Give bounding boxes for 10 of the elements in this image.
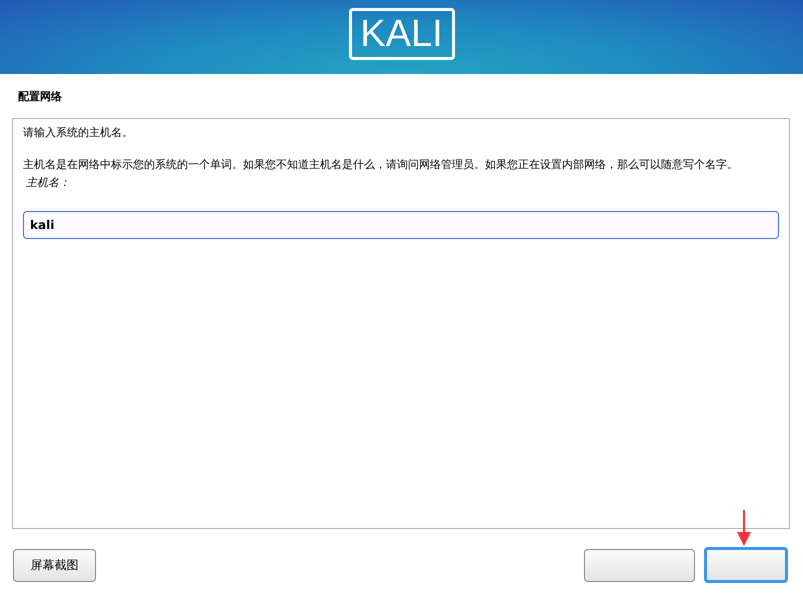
logo: KALI bbox=[348, 8, 454, 60]
section-title: 配置网络 bbox=[17, 89, 63, 105]
field-label: 主机名： bbox=[25, 175, 71, 191]
prompt-text: 请输入系统的主机名。 bbox=[23, 125, 134, 141]
description-text: 主机名是在网络中标示您的系统的一个单词。如果您不知道主机名是什么，请询问网络管理员。如果您正在设置内部网络，那么可以随意写个名字。 bbox=[23, 157, 739, 173]
screenshot-button[interactable]: 屏幕截图 bbox=[13, 548, 96, 582]
back-button[interactable] bbox=[584, 548, 695, 582]
continue-button[interactable] bbox=[704, 547, 788, 583]
arrow-icon bbox=[737, 510, 751, 546]
hostname-field[interactable]: kali bbox=[23, 211, 779, 239]
